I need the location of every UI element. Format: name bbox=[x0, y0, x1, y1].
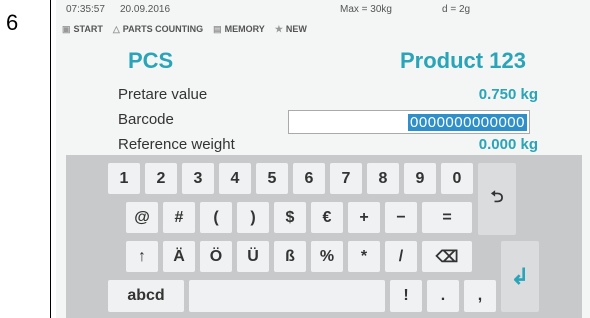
key-equals[interactable]: = bbox=[422, 202, 472, 233]
menu-memory[interactable]: ▤ MEMORY bbox=[213, 24, 265, 35]
reference-weight-label: Reference weight bbox=[118, 136, 235, 153]
back-key[interactable]: ⮌ bbox=[478, 163, 516, 235]
key-exclamation[interactable]: ! bbox=[390, 280, 422, 312]
star-icon: ★ bbox=[274, 23, 283, 34]
menu-bar: ▣ START △ PARTS COUNTING ▤ MEMORY ★ NEW bbox=[62, 22, 313, 36]
pretare-value: 0.750 kg bbox=[478, 86, 538, 103]
parts-counting-icon: △ bbox=[112, 23, 120, 34]
status-d: d = 2g bbox=[442, 4, 471, 15]
key-minus[interactable]: − bbox=[385, 202, 417, 233]
key-comma[interactable]: , bbox=[464, 280, 496, 312]
backspace-key[interactable]: ⌫ bbox=[422, 241, 472, 272]
shift-key[interactable]: ↑ bbox=[126, 241, 158, 272]
key-6[interactable]: 6 bbox=[293, 163, 325, 194]
barcode-input[interactable]: 0000000000000 bbox=[288, 110, 530, 134]
enter-key[interactable]: ↲ bbox=[501, 241, 539, 312]
menu-parts-counting[interactable]: △ PARTS COUNTING bbox=[113, 24, 203, 35]
reference-weight-value: 0.000 kg bbox=[478, 136, 538, 153]
backspace-icon: ⌫ bbox=[435, 248, 459, 266]
product-title: Product 123 bbox=[400, 48, 526, 73]
memory-icon: ▤ bbox=[213, 23, 222, 34]
status-date: 20.09.2016 bbox=[120, 4, 171, 15]
key-7[interactable]: 7 bbox=[330, 163, 362, 194]
space-key[interactable] bbox=[189, 280, 385, 312]
key-a-umlaut[interactable]: Ä bbox=[163, 241, 195, 272]
key-asterisk[interactable]: * bbox=[348, 241, 380, 272]
status-max: Max = 30kg bbox=[340, 4, 392, 15]
pretare-row[interactable]: Pretare value 0.750 kg bbox=[118, 86, 538, 106]
pretare-label: Pretare value bbox=[118, 86, 208, 103]
key-3[interactable]: 3 bbox=[182, 163, 214, 194]
key-1[interactable]: 1 bbox=[108, 163, 140, 194]
key-o-umlaut[interactable]: Ö bbox=[200, 241, 232, 272]
back-icon: ⮌ bbox=[490, 188, 504, 206]
divider-line bbox=[50, 0, 51, 318]
key-plus[interactable]: + bbox=[348, 202, 380, 233]
menu-new[interactable]: ★ NEW bbox=[275, 24, 307, 35]
enter-icon: ↲ bbox=[510, 263, 530, 289]
barcode-label: Barcode bbox=[118, 111, 174, 128]
reference-weight-row[interactable]: Reference weight 0.000 kg bbox=[118, 136, 538, 156]
status-time: 07:35:57 bbox=[66, 4, 105, 15]
device-screen: 07:35:57 20.09.2016 Max = 30kg d = 2g ▣ S… bbox=[56, 0, 590, 318]
key-9[interactable]: 9 bbox=[404, 163, 436, 194]
key-at[interactable]: @ bbox=[126, 202, 158, 233]
start-icon: ▣ bbox=[62, 23, 71, 34]
key-2[interactable]: 2 bbox=[145, 163, 177, 194]
key-0[interactable]: 0 bbox=[441, 163, 473, 194]
key-percent[interactable]: % bbox=[311, 241, 343, 272]
key-dollar[interactable]: $ bbox=[274, 202, 306, 233]
key-4[interactable]: 4 bbox=[219, 163, 251, 194]
menu-label: MEMORY bbox=[224, 24, 265, 34]
key-euro[interactable]: € bbox=[311, 202, 343, 233]
key-open-paren[interactable]: ( bbox=[200, 202, 232, 233]
menu-label: START bbox=[73, 24, 103, 34]
abcd-key[interactable]: abcd bbox=[108, 280, 184, 312]
barcode-value: 0000000000000 bbox=[408, 114, 527, 131]
key-u-umlaut[interactable]: Ü bbox=[237, 241, 269, 272]
on-screen-keyboard: 1 2 3 4 5 6 7 8 9 0 ⮌ @ # ( ) $ € + − = … bbox=[66, 155, 582, 318]
key-eszett[interactable]: ß bbox=[274, 241, 306, 272]
key-5[interactable]: 5 bbox=[256, 163, 288, 194]
key-slash[interactable]: / bbox=[385, 241, 417, 272]
menu-label: NEW bbox=[285, 24, 307, 34]
key-hash[interactable]: # bbox=[163, 202, 195, 233]
key-period[interactable]: . bbox=[427, 280, 459, 312]
mode-title: PCS bbox=[128, 48, 174, 73]
menu-start[interactable]: ▣ START bbox=[62, 24, 103, 35]
step-number: 6 bbox=[6, 10, 19, 35]
key-8[interactable]: 8 bbox=[367, 163, 399, 194]
menu-label: PARTS COUNTING bbox=[122, 24, 204, 34]
key-close-paren[interactable]: ) bbox=[237, 202, 269, 233]
